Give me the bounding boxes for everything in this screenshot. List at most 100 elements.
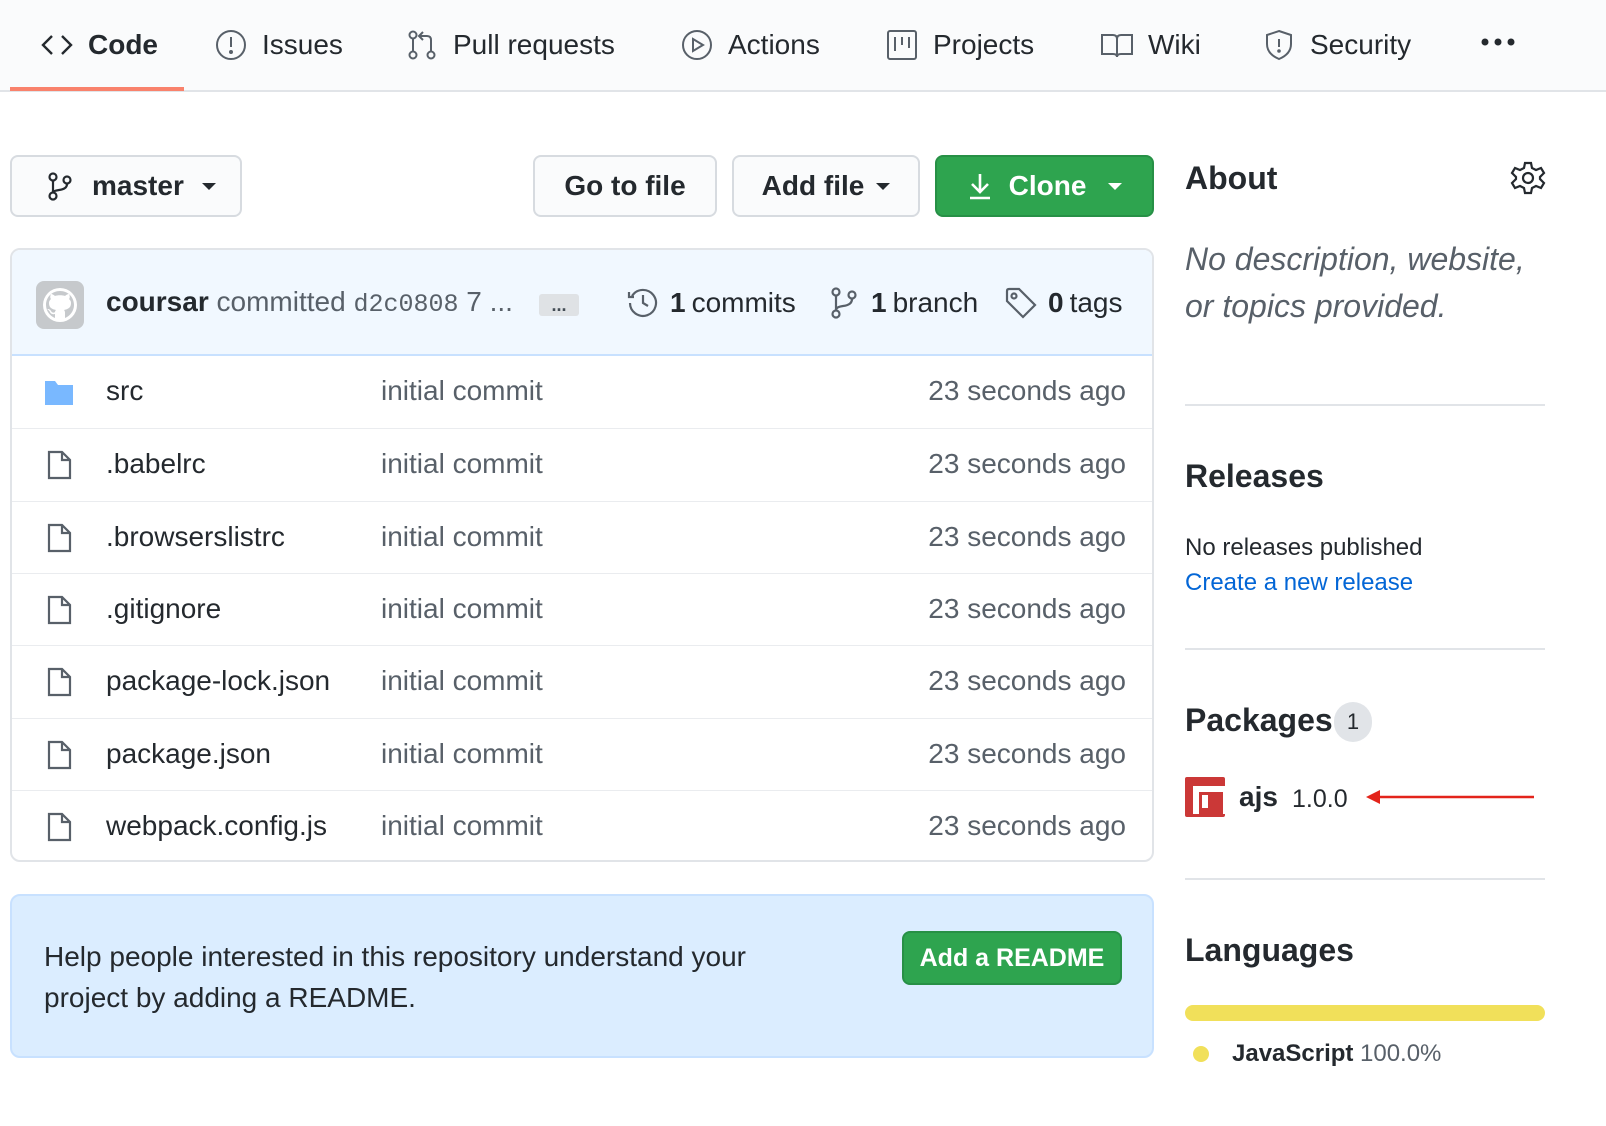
sidebar-divider — [1185, 404, 1545, 406]
more-tabs-button[interactable] — [1478, 28, 1518, 58]
create-release-link[interactable]: Create a new release — [1185, 569, 1413, 597]
file-icon — [47, 451, 72, 480]
branch-name: master — [92, 170, 184, 201]
file-name[interactable]: webpack.config.js — [106, 810, 327, 842]
commit-expand-button[interactable]: ... — [539, 294, 579, 316]
tags-label: tags — [1069, 287, 1123, 318]
file-row: .babelrc initial commit 23 seconds ago — [12, 428, 1152, 500]
file-commit-message[interactable]: initial commit — [381, 810, 543, 842]
gear-icon — [1510, 161, 1546, 195]
releases-empty-text: No releases published — [1185, 534, 1423, 561]
shield-icon — [1266, 29, 1292, 61]
file-name[interactable]: .gitignore — [106, 593, 221, 625]
file-commit-age: 23 seconds ago — [928, 665, 1126, 697]
tab-code[interactable]: Code — [40, 0, 158, 90]
file-row: .browserslistrc initial commit 23 seconds … — [12, 500, 1152, 573]
packages-heading[interactable]: Packages — [1185, 702, 1333, 739]
commit-time: 7 ... — [466, 286, 513, 317]
file-commit-message[interactable]: initial commit — [381, 521, 543, 553]
tags-link[interactable]: 0 tags — [1004, 286, 1123, 320]
tab-pull-requests[interactable]: Pull requests — [405, 0, 615, 90]
download-icon — [969, 174, 990, 200]
file-name[interactable]: .babelrc — [106, 448, 206, 480]
git-branch-icon — [831, 287, 857, 319]
file-commit-age: 23 seconds ago — [928, 375, 1126, 406]
about-heading: About — [1185, 160, 1278, 196]
folder-icon — [45, 381, 73, 405]
tab-label: Projects — [933, 29, 1035, 60]
tag-icon — [1005, 287, 1037, 319]
branches-link[interactable]: 1 branch — [827, 286, 978, 320]
file-name[interactable]: package-lock.json — [106, 665, 330, 697]
package-version: 1.0.0 — [1292, 785, 1348, 813]
file-row: src initial commit 23 seconds ago — [12, 356, 1152, 428]
npm-icon[interactable] — [1185, 777, 1229, 817]
active-tab-underline — [10, 87, 184, 91]
clone-label: Clone — [1008, 170, 1087, 201]
tab-label: Actions — [728, 29, 820, 60]
file-name[interactable]: src — [106, 375, 143, 407]
commits-label: commits — [691, 287, 796, 318]
tab-label: Code — [88, 29, 158, 60]
tab-issues[interactable]: Issues — [214, 0, 343, 90]
commit-action: committed — [216, 286, 346, 317]
clone-button[interactable]: Clone — [935, 155, 1154, 217]
file-commit-age: 23 seconds ago — [928, 448, 1126, 480]
tab-wiki[interactable]: Wiki — [1100, 0, 1201, 90]
edit-about-button[interactable] — [1510, 160, 1546, 196]
language-name[interactable]: JavaScript — [1232, 1040, 1353, 1068]
file-row: webpack.config.js initial commit 23 second… — [12, 789, 1152, 860]
branch-label: branch — [892, 287, 979, 318]
file-row: package-lock.json initial commit 23 second… — [12, 645, 1152, 717]
language-color-dot — [1193, 1046, 1209, 1062]
tab-label: Wiki — [1148, 29, 1201, 60]
commit-sha[interactable]: d2c0808 — [353, 290, 458, 319]
file-listing: coursar committed d2c0808 7 ... ... 1 co… — [10, 248, 1154, 862]
go-to-file-label: Go to file — [564, 170, 686, 201]
branch-count: 1 — [871, 287, 887, 318]
file-icon — [47, 668, 72, 697]
file-commit-age: 23 seconds ago — [928, 520, 1126, 552]
caret-down-icon — [876, 182, 891, 190]
file-icon — [47, 595, 72, 624]
file-name[interactable]: .browserslistrc — [106, 521, 285, 553]
repo-tab-nav: Code Issues Pull requests Actions Projec… — [0, 0, 1606, 92]
go-to-file-button[interactable]: Go to file — [533, 155, 717, 217]
package-name[interactable]: ajs — [1239, 781, 1278, 813]
add-readme-button[interactable]: Add a README — [902, 931, 1122, 985]
file-commit-message[interactable]: initial commit — [381, 375, 543, 407]
file-icon — [47, 523, 72, 552]
caret-down-icon — [1108, 182, 1123, 190]
file-icon — [47, 812, 72, 841]
file-row: .gitignore initial commit 23 seconds ago — [12, 572, 1152, 645]
project-icon — [887, 30, 917, 60]
file-commit-age: 23 seconds ago — [928, 809, 1126, 841]
avatar[interactable] — [36, 281, 84, 329]
readme-prompt-text: Help people interested in this repositor… — [44, 941, 746, 1013]
tab-actions[interactable]: Actions — [680, 0, 820, 90]
github-octocat-icon — [43, 288, 77, 322]
languages-heading: Languages — [1185, 932, 1354, 968]
file-name[interactable]: package.json — [106, 738, 271, 770]
commit-summary: coursar committed d2c0808 7 ... — [106, 286, 513, 319]
tags-count: 0 — [1048, 287, 1064, 318]
language-bar — [1185, 1005, 1545, 1021]
releases-heading[interactable]: Releases — [1185, 458, 1324, 495]
branch-select-button[interactable]: master — [10, 155, 242, 217]
file-commit-message[interactable]: initial commit — [381, 448, 543, 480]
tab-security[interactable]: Security — [1262, 0, 1411, 90]
commits-link[interactable]: 1 commits — [626, 286, 796, 320]
git-pull-request-icon — [408, 30, 436, 60]
language-percent: 100.0% — [1360, 1040, 1442, 1067]
git-branch-icon — [48, 172, 72, 201]
tab-projects[interactable]: Projects — [885, 0, 1034, 90]
commit-author[interactable]: coursar — [106, 286, 209, 317]
add-file-button[interactable]: Add file — [732, 155, 920, 217]
file-commit-message[interactable]: initial commit — [381, 665, 543, 697]
commits-count: 1 — [670, 287, 686, 318]
kebab-horizontal-icon — [1481, 38, 1515, 46]
file-commit-message[interactable]: initial commit — [381, 738, 543, 770]
file-commit-message[interactable]: initial commit — [381, 593, 543, 625]
readme-prompt: Help people interested in this repositor… — [10, 894, 1154, 1058]
tab-label: Security — [1310, 29, 1412, 60]
